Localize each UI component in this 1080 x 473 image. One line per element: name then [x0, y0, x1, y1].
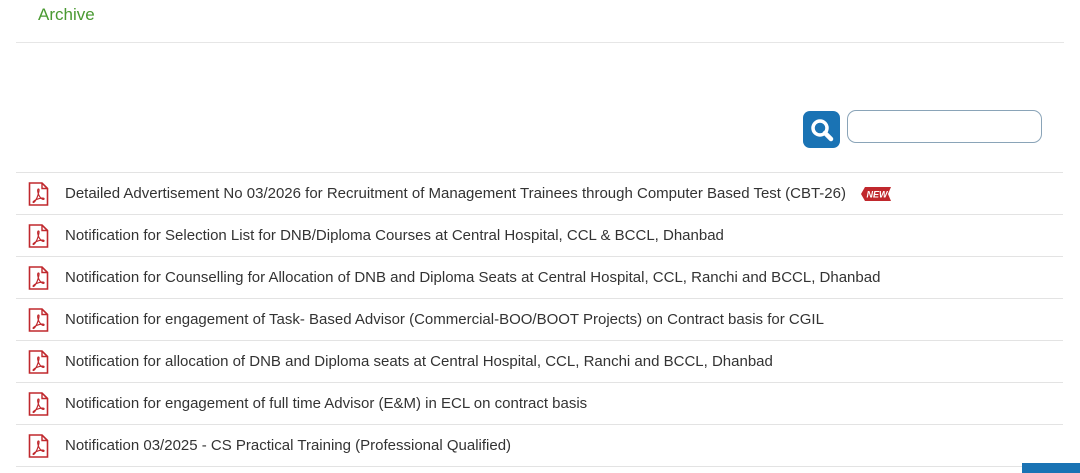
pdf-file-icon: [28, 349, 49, 374]
pdf-file-icon: [28, 181, 49, 206]
pdf-file-icon: [28, 307, 49, 332]
archive-link[interactable]: Archive: [38, 5, 95, 25]
new-badge: NEW: [860, 186, 891, 201]
notification-title: Notification for engagement of full time…: [65, 395, 588, 412]
notification-row[interactable]: Notification 03/2025 - CS Practical Trai…: [16, 425, 1063, 467]
notification-row[interactable]: Notification for allocation of DNB and D…: [16, 341, 1063, 383]
pdf-file-icon: [28, 433, 49, 458]
notification-title: Notification for Selection List for DNB/…: [65, 227, 724, 244]
search-button[interactable]: [803, 111, 840, 148]
notification-title: Notification for Counselling for Allocat…: [65, 269, 881, 286]
notification-list: Detailed Advertisement No 03/2026 for Re…: [16, 172, 1063, 467]
new-badge-label: NEW: [866, 189, 889, 199]
scroll-to-top-button[interactable]: [1022, 463, 1080, 473]
notification-row[interactable]: Notification for engagement of full time…: [16, 383, 1063, 425]
search-input[interactable]: [847, 110, 1042, 143]
notification-title: Notification 03/2025 - CS Practical Trai…: [65, 437, 512, 454]
notification-title: Notification for engagement of Task- Bas…: [65, 311, 824, 328]
notification-title: Detailed Advertisement No 03/2026 for Re…: [65, 185, 846, 202]
notification-row[interactable]: Notification for engagement of Task- Bas…: [16, 299, 1063, 341]
pdf-file-icon: [28, 391, 49, 416]
notification-row[interactable]: Detailed Advertisement No 03/2026 for Re…: [16, 173, 1063, 215]
search-icon: [810, 118, 833, 141]
pdf-file-icon: [28, 265, 49, 290]
pdf-file-icon: [28, 223, 49, 248]
notification-title: Notification for allocation of DNB and D…: [65, 353, 773, 370]
notification-row[interactable]: Notification for Selection List for DNB/…: [16, 215, 1063, 257]
notification-row[interactable]: Notification for Counselling for Allocat…: [16, 257, 1063, 299]
header-divider: [16, 42, 1064, 43]
